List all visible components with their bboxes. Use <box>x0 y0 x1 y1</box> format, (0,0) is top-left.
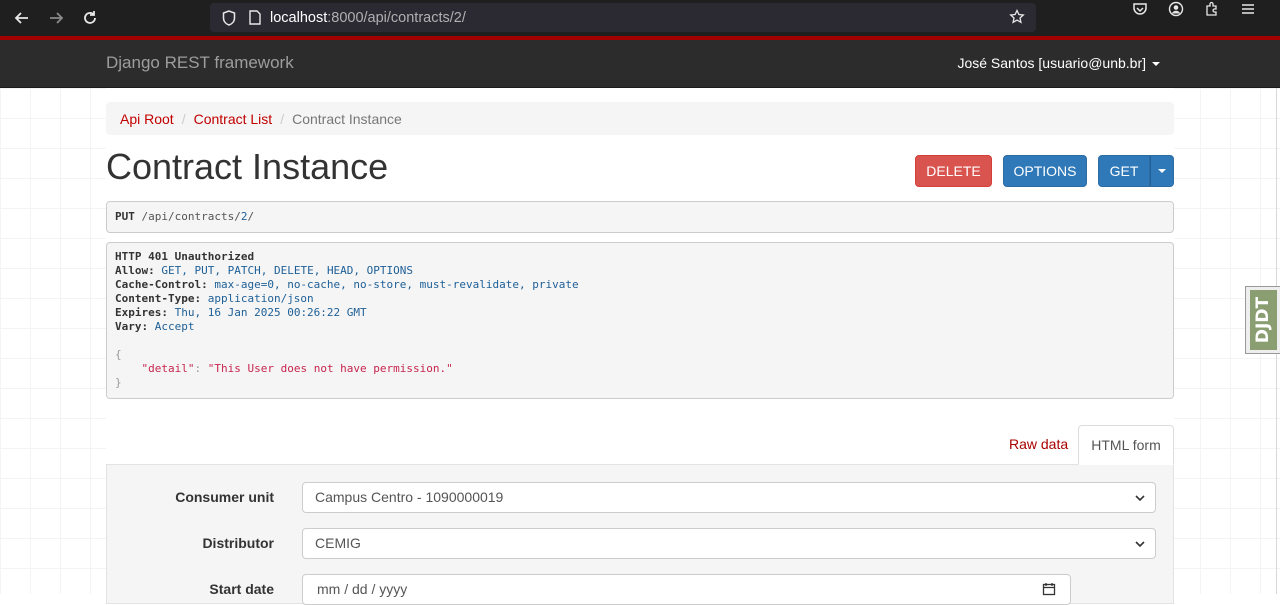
header-name: Expires: <box>115 306 168 319</box>
header-name: Allow: <box>115 264 155 277</box>
bookmark-star-icon[interactable] <box>1006 6 1028 28</box>
delete-button[interactable]: DELETE <box>915 155 992 187</box>
json-brace: { <box>115 348 122 361</box>
consumer-unit-value: Campus Centro - 1090000019 <box>315 489 504 505</box>
breadcrumb-api-root[interactable]: Api Root <box>120 111 174 127</box>
url-host: localhost <box>270 9 328 26</box>
header-value: Accept <box>154 320 195 333</box>
navbar: Django REST framework José Santos [usuar… <box>0 40 1280 88</box>
header-value: application/json <box>207 292 314 305</box>
debug-toolbar-label: DJDT <box>1253 296 1273 344</box>
breadcrumb-contract-list[interactable]: Contract List <box>194 111 273 127</box>
debug-toolbar-logo: DJDT <box>1249 290 1277 350</box>
options-button[interactable]: OPTIONS <box>1003 155 1087 187</box>
header-value: GET, PUT, PATCH, DELETE, HEAD, OPTIONS <box>161 264 414 277</box>
breadcrumb-active: Contract Instance <box>292 110 402 127</box>
distributor-label: Distributor <box>202 535 274 551</box>
header-value: max-age=0, no-cache, no-store, must-reva… <box>214 278 579 291</box>
breadcrumb: Api Root / Contract List / Contract Inst… <box>106 102 1174 135</box>
start-date-label: Start date <box>209 581 274 597</box>
chevron-down-icon <box>1134 537 1146 553</box>
json-key: "detail" <box>141 362 195 375</box>
json-colon: : <box>194 362 208 375</box>
debug-toolbar-handle[interactable]: DJDT <box>1245 286 1280 354</box>
tab-html-form[interactable]: HTML form <box>1078 425 1174 465</box>
header-name: Vary: <box>115 320 149 333</box>
extensions-icon[interactable] <box>1204 1 1238 20</box>
shield-icon[interactable] <box>218 7 240 29</box>
json-value: "This User does not have permission." <box>207 362 453 375</box>
chevron-down-icon <box>1134 491 1146 507</box>
menu-icon[interactable] <box>1240 1 1274 20</box>
breadcrumb-separator: / <box>280 110 285 127</box>
brand-link[interactable]: Django REST framework <box>106 53 294 73</box>
url-path: :8000/api/contracts/2/ <box>327 9 466 26</box>
consumer-unit-select[interactable]: Campus Centro - 1090000019 <box>302 482 1156 513</box>
get-format-dropdown[interactable] <box>1150 155 1174 187</box>
breadcrumb-separator: / <box>181 110 186 127</box>
header-value: Thu, 16 Jan 2025 00:26:22 GMT <box>174 306 367 319</box>
pocket-icon[interactable] <box>1132 1 1166 20</box>
header-name: Content-Type: <box>115 292 202 305</box>
get-button[interactable]: GET <box>1098 155 1150 187</box>
calendar-icon[interactable] <box>1042 582 1056 599</box>
response-info: HTTP 401 Unauthorized Allow: GET, PUT, P… <box>106 242 1174 399</box>
back-icon[interactable] <box>5 1 39 35</box>
caret-down-icon <box>1158 169 1166 173</box>
browser-extensions <box>1132 1 1274 20</box>
tab-raw-data[interactable]: Raw data <box>1009 436 1068 452</box>
page-title: Contract Instance <box>106 146 389 187</box>
request-method: PUT <box>115 210 135 223</box>
distributor-select[interactable]: CEMIG <box>302 528 1156 559</box>
request-path-suffix: / <box>247 210 255 223</box>
html-form: Consumer unit Campus Centro - 1090000019… <box>106 464 1174 605</box>
forward-icon[interactable] <box>39 1 73 35</box>
main-content: Api Root / Contract List / Contract Inst… <box>106 88 1174 605</box>
json-brace: } <box>115 376 122 389</box>
consumer-unit-label: Consumer unit <box>175 489 274 505</box>
start-date-placeholder: mm / dd / yyyy <box>317 581 408 597</box>
address-bar[interactable]: localhost:8000/api/contracts/2/ <box>210 3 1036 32</box>
request-path: /api/contracts/ <box>134 210 241 223</box>
user-menu[interactable]: José Santos [usuario@unb.br] <box>957 55 1160 71</box>
caret-down-icon <box>1152 62 1160 67</box>
user-name: José Santos [usuario@unb.br] <box>957 55 1146 71</box>
account-icon[interactable] <box>1168 1 1202 20</box>
page-icon[interactable] <box>244 7 266 29</box>
header-name: Cache-Control: <box>115 278 208 291</box>
reload-icon[interactable] <box>73 1 107 35</box>
request-info: PUT /api/contracts/2/ <box>106 201 1174 233</box>
distributor-value: CEMIG <box>315 535 361 551</box>
response-status: HTTP 401 Unauthorized <box>115 250 255 263</box>
start-date-input[interactable]: mm / dd / yyyy <box>302 574 1071 605</box>
